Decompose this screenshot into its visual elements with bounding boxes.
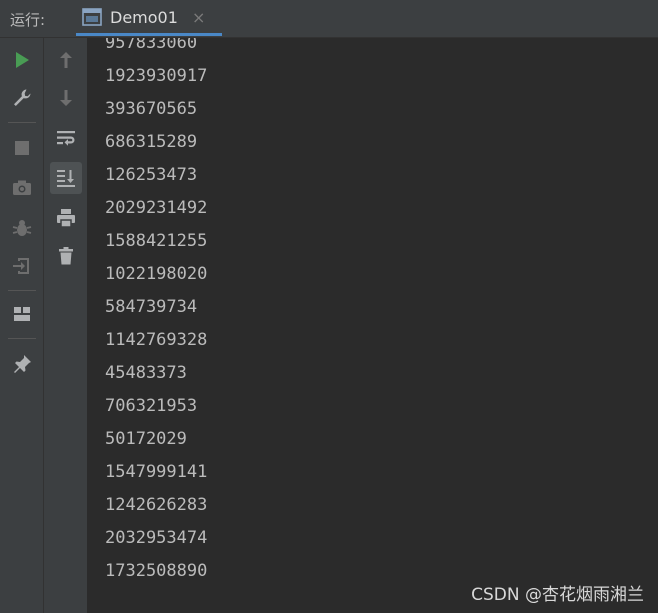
run-actions-toolbar [0,38,44,613]
console-line: 1732508890 [105,561,208,581]
print-button[interactable] [52,204,80,232]
console-line: 1022198020 [105,264,208,284]
rerun-button[interactable] [8,46,36,74]
pin-icon [14,355,31,373]
console-line: 706321953 [105,396,198,416]
restore-layout-button[interactable] [8,300,36,328]
console-line: 2029231492 [105,198,208,218]
arrow-down-icon [60,90,72,106]
console-output[interactable]: 957833060 1923930917 393670565 686315289 126… [88,38,658,613]
run-tool-window-header: 运行: Demo01 × [0,0,658,38]
console-line: 1547999141 [105,462,208,482]
next-occurrence-button[interactable] [52,84,80,112]
camera-icon [13,180,31,195]
console-line: 1142769328 [105,330,208,350]
scroll-to-end-button[interactable] [50,162,82,194]
trash-icon [59,247,73,265]
tab-demo01[interactable]: Demo01 × [76,0,222,38]
dump-threads-button[interactable] [8,174,36,202]
exit-button[interactable] [8,252,36,280]
run-icon [16,52,29,68]
console-line: 584739734 [105,297,198,317]
soft-wrap-icon [57,131,75,146]
console-actions-toolbar [44,38,88,613]
modify-run-config-button[interactable] [8,84,36,112]
toolbar-separator [8,290,36,291]
console-line: 50172029 [105,429,187,449]
console-line: 1242626283 [105,495,208,515]
tab-selected-indicator [76,33,222,36]
clear-all-button[interactable] [52,242,80,270]
watermark: CSDN @杏花烟雨湘兰 [471,585,644,605]
arrow-up-icon [60,52,72,68]
console-line: 393670565 [105,99,198,119]
console-lines: 957833060 1923930917 393670565 686315289 126… [105,38,207,588]
console-line: 957833060 [105,38,198,53]
console-line: 686315289 [105,132,198,152]
stop-button[interactable] [8,134,36,162]
scroll-to-end-icon [57,170,75,187]
pin-tab-button[interactable] [8,350,36,378]
console-window-icon [82,8,102,26]
stop-icon [15,141,29,155]
debug-bug-icon [12,220,32,236]
layout-icon [14,307,30,321]
console-line: 45483373 [105,363,187,383]
tab-close-button[interactable]: × [192,8,205,27]
console-line: 126253473 [105,165,198,185]
run-label: 运行: [10,11,46,29]
wrench-icon [14,89,31,106]
console-line: 2032953474 [105,528,208,548]
toolbar-separator [8,338,36,339]
console-line: 1588421255 [105,231,208,251]
console-line: 1923930917 [105,66,208,86]
soft-wrap-button[interactable] [52,124,80,152]
exit-icon [13,258,29,274]
tab-title: Demo01 [110,8,178,27]
debug-button[interactable] [8,214,36,242]
previous-occurrence-button[interactable] [52,46,80,74]
toolbar-separator [8,122,36,123]
print-icon [57,209,75,228]
